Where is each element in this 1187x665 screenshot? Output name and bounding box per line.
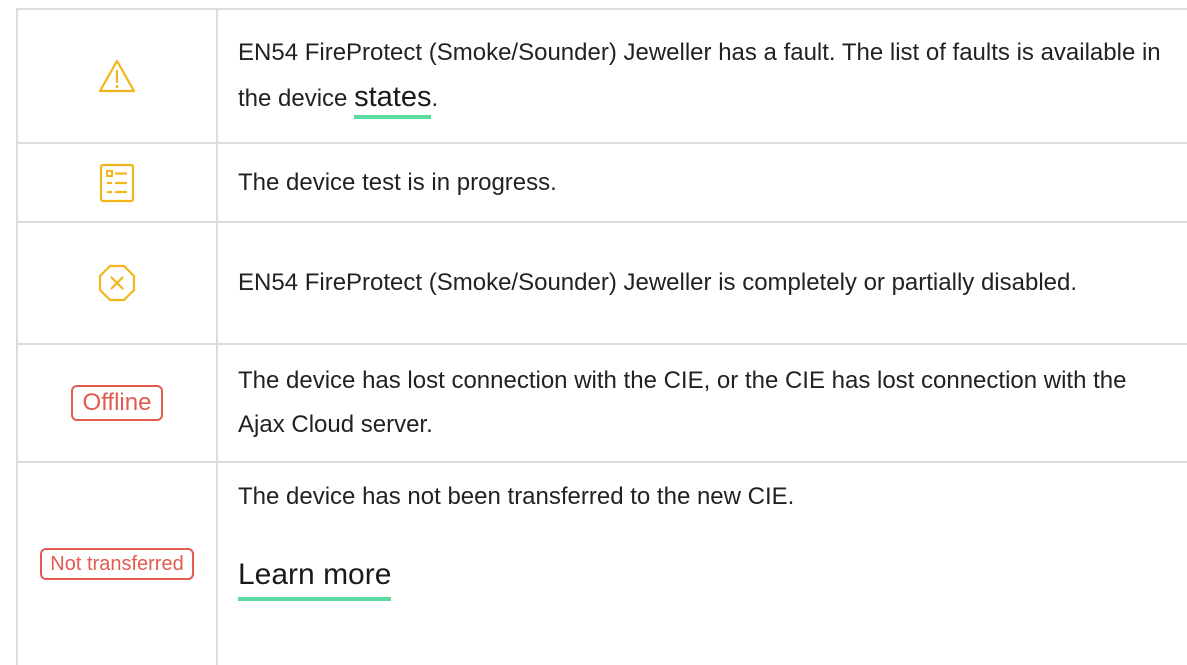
icon-cell — [16, 144, 218, 221]
icon-cell: Not transferred — [16, 463, 218, 665]
fault-description: EN54 FireProtect (Smoke/Sounder) Jewelle… — [238, 31, 1177, 121]
warning-triangle-icon — [97, 58, 137, 94]
table-row: Not transferred The device has not been … — [16, 463, 1187, 665]
description-cell: The device has lost connection with the … — [218, 345, 1187, 461]
icon-cell — [16, 10, 218, 142]
icon-cell: Offline — [16, 345, 218, 461]
table-row: The device test is in progress. — [16, 144, 1187, 223]
learn-more-link[interactable]: Learn more — [238, 555, 392, 601]
description-cell: EN54 FireProtect (Smoke/Sounder) Jewelle… — [218, 10, 1187, 142]
device-states-table: EN54 FireProtect (Smoke/Sounder) Jewelle… — [16, 8, 1187, 665]
disabled-description: EN54 FireProtect (Smoke/Sounder) Jewelle… — [238, 269, 1078, 296]
checklist-icon — [99, 163, 135, 203]
states-link[interactable]: states — [354, 81, 432, 119]
description-cell: EN54 FireProtect (Smoke/Sounder) Jewelle… — [218, 223, 1187, 343]
description-cell: The device test is in progress. — [218, 144, 1187, 221]
test-description: The device test is in progress. — [238, 168, 557, 196]
table-row: EN54 FireProtect (Smoke/Sounder) Jewelle… — [16, 223, 1187, 345]
table-row: EN54 FireProtect (Smoke/Sounder) Jewelle… — [16, 10, 1187, 144]
fault-text-end: . — [431, 85, 439, 112]
disabled-octagon-x-icon — [97, 263, 137, 303]
not-transferred-description: The device has not been transferred to t… — [238, 483, 795, 510]
offline-description: The device has lost connection with the … — [238, 367, 1127, 438]
not-transferred-badge: Not transferred — [40, 548, 194, 580]
icon-cell — [16, 223, 218, 343]
description-cell: The device has not been transferred to t… — [218, 463, 1187, 665]
table-row: Offline The device has lost connection w… — [16, 345, 1187, 463]
offline-badge: Offline — [70, 385, 164, 421]
